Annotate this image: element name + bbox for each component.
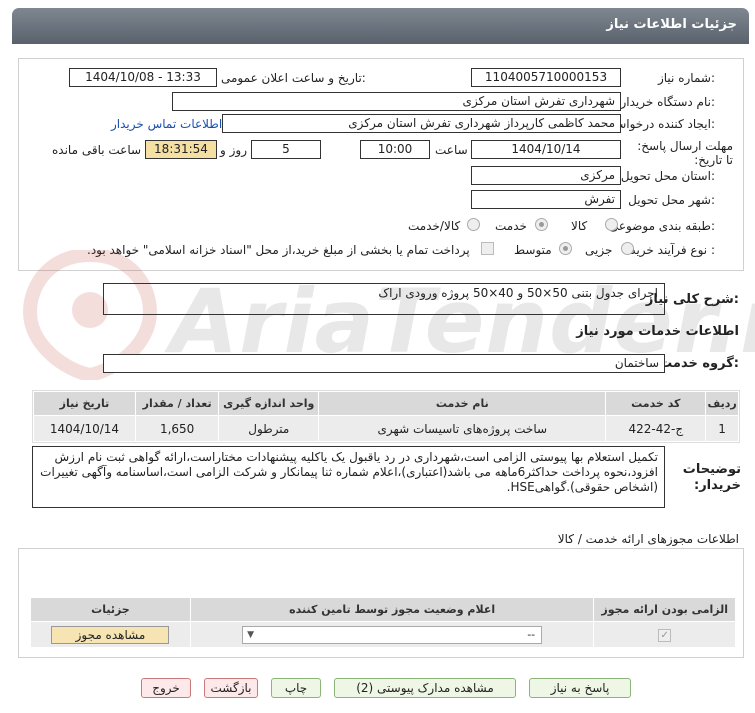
permits-panel: الزامی بودن ارائه مجوز اعلام وضعیت مجوز … [18,548,744,658]
deadline-label: مهلت ارسال پاسخ: تا تاریخ: [637,139,733,167]
page-title: جزئیات اطلاعات نیاز [606,17,737,32]
buyer-notes-label: توضیحات خریدار: [682,462,741,493]
permits-table: الزامی بودن ارائه مجوز اعلام وضعیت مجوز … [30,597,736,648]
category-option-service: خدمت [495,219,527,233]
cell-permit-status: -- ▼ [189,621,595,648]
permits-section-title: اطلاعات مجوزهای ارائه خدمت / کالا [557,532,739,546]
category-radio-goods[interactable] [605,218,618,231]
service-group-field: ساختمان [103,354,665,373]
days-label: روز و [220,143,247,157]
cell-need-date: 1404/10/14 [33,415,136,442]
table-row: ✓ -- ▼ مشاهده مجوز [30,621,736,648]
city-field: تفرش [471,190,621,209]
cell-unit: مترطول [218,415,320,442]
creator-label: ایجاد کننده درخواست: [604,117,715,131]
buyer-org-label: نام دستگاه خریدار: [620,95,716,109]
exit-button[interactable]: خروج [141,678,191,698]
buyer-notes-text: تکمیل استعلام بها پیوستی الزامی است،شهرد… [40,450,658,494]
process-option-medium: متوسط [514,243,552,257]
announce-date-label: تاریخ و ساعت اعلان عمومی: [221,71,366,85]
deadline-time-label: ساعت [435,143,468,157]
services-section-title: اطلاعات خدمات مورد نیاز [576,324,739,339]
process-label: نوع فرآیند خرید : [630,243,715,257]
permits-table-header: الزامی بودن ارائه مجوز اعلام وضعیت مجوز … [30,597,736,622]
category-option-goods-service: کالا/خدمت [408,219,461,233]
deadline-time-field: 10:00 [360,140,430,159]
col-permit-details: جزئیات [30,597,191,622]
print-button[interactable]: چاپ [271,678,321,698]
cell-permit-details: مشاهده مجوز [30,621,191,648]
services-table-container: ردیف کد خدمت نام خدمت واحد اندازه گیری ت… [32,390,740,443]
process-radio-medium[interactable] [559,242,572,255]
process-radio-minor[interactable] [621,242,634,255]
page-header: جزئیات اطلاعات نیاز [12,8,749,44]
buyer-notes-box: تکمیل استعلام بها پیوستی الزامی است،شهرد… [32,446,665,508]
cell-service-name: ساخت پروژه‌های تاسیسات شهری [318,415,607,442]
permit-required-checkbox: ✓ [658,628,672,642]
table-row: 1 ج-42-422 ساخت پروژه‌های تاسیسات شهری م… [33,415,739,442]
col-quantity: تعداد / مقدار [134,391,220,416]
announce-date-field: 1404/10/08 - 13:33 [69,68,217,87]
permit-status-value: -- [527,627,536,641]
col-need-date: تاریخ نیاز [33,391,136,416]
remaining-time-label: ساعت باقی مانده [52,143,142,157]
cell-quantity: 1,650 [134,415,220,442]
col-unit: واحد اندازه گیری [218,391,320,416]
reply-to-need-button[interactable]: پاسخ به نیاز [529,678,631,698]
category-option-goods: کالا [571,219,588,233]
category-radio-service[interactable] [535,218,548,231]
buyer-contact-link[interactable]: اطلاعات تماس خریدار [111,117,222,131]
cell-row-number: 1 [705,415,739,442]
chevron-down-icon: ▼ [247,629,255,640]
info-panel: شماره نیاز: 1104005710000153 تاریخ و ساع… [18,58,744,271]
need-summary-field: اجرای جدول بتنی 50×50 و 40×50 پروژه ورود… [103,283,665,315]
category-radio-goods-service[interactable] [467,218,480,231]
need-number-field: 1104005710000153 [471,68,621,87]
col-permit-required: الزامی بودن ارائه مجوز [593,597,736,622]
cell-service-code: ج-42-422 [605,415,707,442]
province-label: استان محل تحویل: [620,169,715,183]
remaining-time-field: 18:31:54 [145,140,217,159]
col-service-code: کد خدمت [605,391,707,416]
city-label: شهر محل تحویل: [628,193,715,207]
services-table-header: ردیف کد خدمت نام خدمت واحد اندازه گیری ت… [33,391,739,416]
days-remaining-field: 5 [251,140,321,159]
col-permit-status: اعلام وضعیت مجوز توسط تامین کننده [189,597,595,622]
deadline-date-field: 1404/10/14 [471,140,621,159]
need-summary-text: اجرای جدول بتنی 50×50 و 40×50 پروژه ورود… [378,286,658,300]
col-service-name: نام خدمت [318,391,607,416]
process-option-minor: جزیی [585,243,613,257]
buyer-org-field: شهرداری تفرش استان مرکزی [172,92,621,111]
view-permit-button[interactable]: مشاهده مجوز [51,625,170,644]
services-table: ردیف کد خدمت نام خدمت واحد اندازه گیری ت… [33,391,739,442]
view-attachments-button[interactable]: مشاهده مدارک پیوستی (2) [334,678,516,698]
need-number-label: شماره نیاز: [657,71,715,85]
treasury-payment-note: پرداخت تمام یا بخشی از مبلغ خرید،از محل … [87,243,470,257]
service-group-label: گروه خدمت: [659,356,739,371]
cell-permit-required: ✓ [593,621,736,648]
permits-table-wrap: الزامی بودن ارائه مجوز اعلام وضعیت مجوز … [30,597,736,648]
category-label: طبقه بندی موضوعی: [608,219,715,233]
treasury-payment-checkbox[interactable] [481,242,494,255]
permit-status-select[interactable]: -- ▼ [242,625,543,644]
province-field: مرکزی [471,166,621,185]
back-button[interactable]: بازگشت [204,678,258,698]
creator-field: محمد کاظمی کارپرداز شهرداری تفرش استان م… [222,114,621,133]
col-row-number: ردیف [705,391,739,416]
